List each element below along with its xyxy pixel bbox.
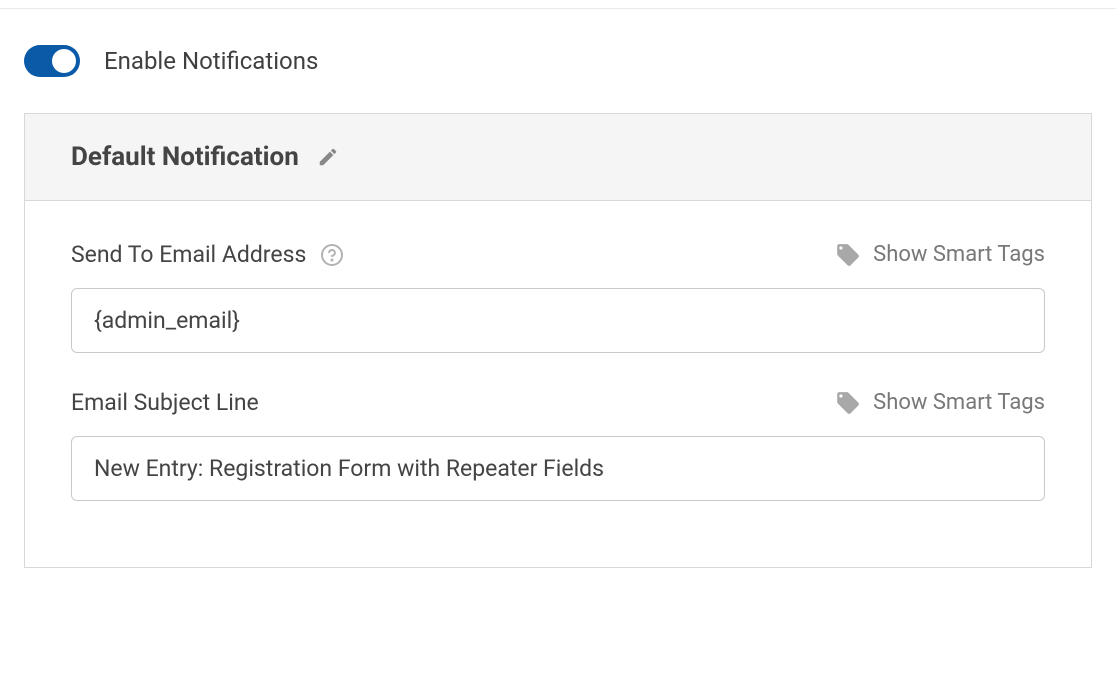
- subject-smart-tags-button[interactable]: Show Smart Tags: [835, 390, 1045, 416]
- enable-notifications-toggle[interactable]: [24, 45, 80, 77]
- subject-field-block: Email Subject Line Show Smart Tags: [71, 389, 1045, 501]
- subject-label-left: Email Subject Line: [71, 389, 259, 416]
- send-to-label-row: Send To Email Address Show Smart Tags: [71, 241, 1045, 268]
- send-to-label: Send To Email Address: [71, 241, 306, 268]
- send-to-label-left: Send To Email Address: [71, 241, 344, 268]
- subject-input[interactable]: [71, 436, 1045, 501]
- send-to-field-block: Send To Email Address Show Smart Tags: [71, 241, 1045, 353]
- enable-notifications-label: Enable Notifications: [104, 47, 318, 75]
- send-to-input[interactable]: [71, 288, 1045, 353]
- send-to-smart-tags-button[interactable]: Show Smart Tags: [835, 242, 1045, 268]
- subject-label: Email Subject Line: [71, 389, 259, 416]
- subject-label-row: Email Subject Line Show Smart Tags: [71, 389, 1045, 416]
- send-to-smart-tags-label: Show Smart Tags: [873, 242, 1045, 267]
- notification-title: Default Notification: [71, 142, 299, 172]
- enable-notifications-row: Enable Notifications: [0, 9, 1116, 113]
- toggle-knob: [52, 49, 76, 73]
- notification-panel: Default Notification Send To Email Addre…: [24, 113, 1092, 568]
- tag-icon: [835, 242, 861, 268]
- help-icon[interactable]: [320, 243, 344, 267]
- notification-panel-body: Send To Email Address Show Smart Tags: [25, 201, 1091, 567]
- subject-smart-tags-label: Show Smart Tags: [873, 390, 1045, 415]
- edit-icon[interactable]: [317, 146, 339, 168]
- notification-panel-header: Default Notification: [25, 114, 1091, 201]
- tag-icon: [835, 390, 861, 416]
